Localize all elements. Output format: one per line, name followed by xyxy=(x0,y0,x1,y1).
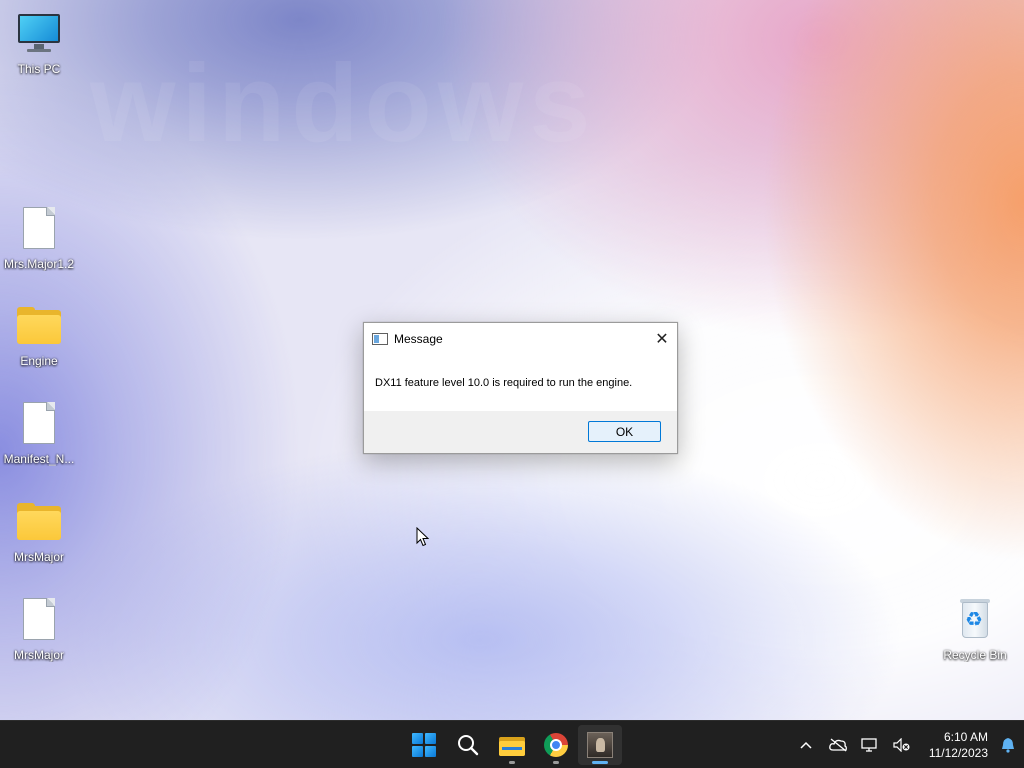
notification-bell-icon[interactable] xyxy=(992,721,1024,768)
dialog-message: DX11 feature level 10.0 is required to r… xyxy=(375,377,633,389)
onedrive-offline-icon[interactable] xyxy=(822,721,854,768)
mouse-cursor-icon xyxy=(416,527,430,547)
ok-button[interactable]: OK xyxy=(588,421,661,442)
file-icon xyxy=(15,205,63,253)
recycle-bin-icon: ♻ xyxy=(951,596,999,644)
desktop-icon-label: Manifest_N... xyxy=(3,452,75,466)
clock-time: 6:10 AM xyxy=(943,730,988,744)
game-app-icon xyxy=(587,732,613,758)
message-dialog: Message ✕ DX11 feature level 10.0 is req… xyxy=(363,322,678,454)
running-indicator xyxy=(509,761,515,764)
window-app-icon xyxy=(372,332,388,345)
desktop-icon-manifest[interactable]: Manifest_N... xyxy=(1,400,77,466)
clock-date: 11/12/2023 xyxy=(928,746,988,760)
desktop-icon-recycle-bin[interactable]: ♻ Recycle Bin xyxy=(937,596,1013,662)
file-icon xyxy=(15,400,63,448)
desktop-icon-mrsmajor-folder[interactable]: MrsMajor xyxy=(1,498,77,564)
desktop-icon-mrsmajor-file[interactable]: MrsMajor xyxy=(1,596,77,662)
folder-icon xyxy=(15,302,63,350)
folder-icon xyxy=(15,498,63,546)
desktop-icon-label: Recycle Bin xyxy=(943,648,1007,662)
running-indicator xyxy=(592,761,608,764)
clock[interactable]: 6:10 AM 11/12/2023 xyxy=(918,729,992,761)
taskbar: 6:10 AM 11/12/2023 xyxy=(0,720,1024,768)
chrome-button[interactable] xyxy=(534,725,578,765)
running-indicator xyxy=(553,761,559,764)
file-icon xyxy=(15,596,63,644)
desktop-icon-mrs-major-1-2[interactable]: Mrs.Major1.2 xyxy=(1,205,77,271)
volume-muted-icon[interactable] xyxy=(886,721,918,768)
desktop-icon-engine[interactable]: Engine xyxy=(1,302,77,368)
desktop-icon-label: MrsMajor xyxy=(14,648,64,662)
search-icon xyxy=(458,735,479,756)
computer-icon xyxy=(15,10,63,58)
dialog-title: Message xyxy=(394,331,443,346)
desktop-icon-label: This PC xyxy=(17,62,61,76)
chevron-up-icon[interactable] xyxy=(790,721,822,768)
close-icon[interactable]: ✕ xyxy=(647,324,677,354)
wallpaper-watermark: windows xyxy=(90,42,597,165)
network-icon[interactable] xyxy=(854,721,886,768)
desktop-icon-label: MrsMajor xyxy=(14,550,64,564)
file-explorer-button[interactable] xyxy=(490,725,534,765)
system-tray: 6:10 AM 11/12/2023 xyxy=(790,721,1024,768)
desktop-icon-label: Engine xyxy=(20,354,58,368)
windows-logo-icon xyxy=(412,733,436,757)
file-explorer-icon xyxy=(499,734,525,756)
start-button[interactable] xyxy=(402,725,446,765)
desktop-icon-label: Mrs.Major1.2 xyxy=(3,257,74,271)
dialog-footer: OK xyxy=(364,411,677,453)
game-app-button[interactable] xyxy=(578,725,622,765)
desktop-icon-this-pc[interactable]: This PC xyxy=(1,10,77,76)
search-button[interactable] xyxy=(446,725,490,765)
chrome-icon xyxy=(544,733,568,757)
dialog-titlebar[interactable]: Message ✕ xyxy=(364,323,677,354)
taskbar-apps xyxy=(402,721,622,768)
